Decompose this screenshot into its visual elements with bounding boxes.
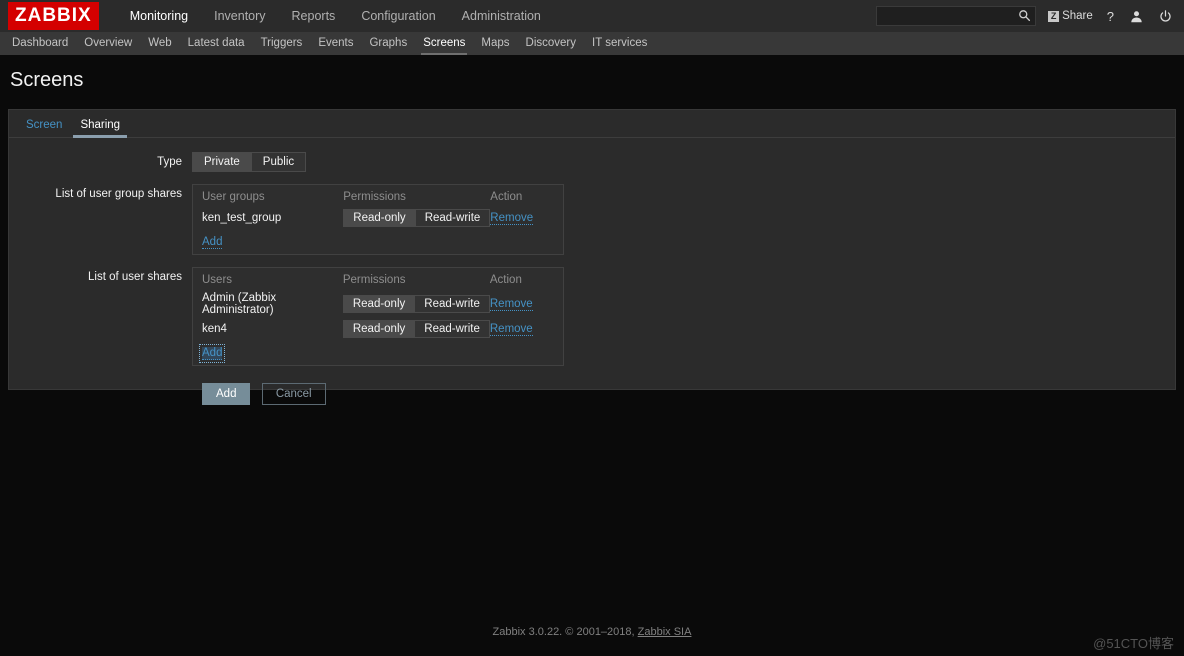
column-header-permissions: Permissions bbox=[342, 274, 406, 286]
subnav-item-it-services[interactable]: IT services bbox=[584, 32, 655, 55]
main-nav-item-reports[interactable]: Reports bbox=[279, 0, 349, 32]
table-header-row: Users Permissions Action bbox=[202, 273, 554, 290]
main-nav-item-inventory[interactable]: Inventory bbox=[201, 0, 278, 32]
main-navigation: Monitoring Inventory Reports Configurati… bbox=[117, 0, 554, 38]
remove-link[interactable]: Remove bbox=[489, 323, 533, 336]
permission-option-read-only[interactable]: Read-only bbox=[344, 210, 416, 226]
main-nav-item-monitoring[interactable]: Monitoring bbox=[117, 0, 201, 38]
main-nav-item-administration[interactable]: Administration bbox=[449, 0, 554, 32]
user-group-add-wrap: Add bbox=[202, 229, 554, 249]
top-header: ZABBIX Monitoring Inventory Reports Conf… bbox=[0, 0, 1184, 38]
permission-option-read-write[interactable]: Read-write bbox=[415, 210, 490, 226]
subnav-item-maps[interactable]: Maps bbox=[473, 32, 517, 55]
user-name: Admin (Zabbix Administrator) bbox=[202, 292, 277, 316]
user-group-shares-table: User groups Permissions Action ken_test_… bbox=[192, 184, 564, 255]
user-permission-cell: Read-only Read-write bbox=[342, 290, 490, 318]
share-label: Share bbox=[1062, 10, 1093, 22]
user-group-shares-label: List of user group shares bbox=[55, 188, 182, 200]
remove-link[interactable]: Remove bbox=[490, 212, 534, 225]
cancel-button[interactable]: Cancel bbox=[261, 383, 326, 405]
page-title: Screens bbox=[10, 69, 84, 91]
user-shares-table: Users Permissions Action Admin (Zabbix A… bbox=[192, 267, 564, 366]
form-actions: Add Cancel bbox=[9, 378, 1175, 405]
table-row: Admin (Zabbix Administrator) Read-only R… bbox=[202, 290, 554, 318]
column-header-users: Users bbox=[202, 274, 233, 286]
form-row-user-group-shares: List of user group shares User groups Pe… bbox=[9, 184, 1175, 255]
permission-radio-group[interactable]: Read-only Read-write bbox=[343, 209, 491, 227]
type-radio-group[interactable]: Private Public bbox=[192, 152, 307, 172]
subnav-item-triggers[interactable]: Triggers bbox=[253, 32, 311, 55]
column-header-user-groups: User groups bbox=[202, 191, 265, 203]
subnav-item-discovery[interactable]: Discovery bbox=[518, 32, 584, 55]
subnav-item-screens[interactable]: Screens bbox=[415, 32, 473, 55]
column-header-action: Action bbox=[490, 191, 523, 203]
column-header-action: Action bbox=[489, 274, 522, 286]
tab-sharing[interactable]: Sharing bbox=[71, 119, 129, 138]
remove-link[interactable]: Remove bbox=[489, 298, 533, 311]
user-action-cell: Remove bbox=[489, 318, 554, 340]
submit-button[interactable]: Add bbox=[202, 383, 251, 405]
user-action-cell: Remove bbox=[489, 290, 554, 318]
type-option-public[interactable]: Public bbox=[251, 153, 306, 171]
permission-option-read-only[interactable]: Read-only bbox=[343, 321, 416, 337]
table-row: ken_test_group Read-only Read-write Remo… bbox=[202, 207, 554, 229]
zabbix-logo[interactable]: ZABBIX bbox=[8, 2, 99, 30]
permission-option-read-only[interactable]: Read-only bbox=[343, 296, 416, 312]
main-nav-item-configuration[interactable]: Configuration bbox=[348, 0, 448, 32]
permission-radio-group[interactable]: Read-only Read-write bbox=[342, 320, 490, 338]
form-row-type: Type Private Public bbox=[9, 152, 1175, 172]
subnav-item-dashboard[interactable]: Dashboard bbox=[4, 32, 76, 55]
user-group-action-cell: Remove bbox=[490, 207, 554, 229]
sub-navigation: Dashboard Overview Web Latest data Trigg… bbox=[0, 32, 1184, 55]
tab-screen[interactable]: Screen bbox=[17, 119, 71, 138]
subnav-item-events[interactable]: Events bbox=[310, 32, 361, 55]
search-icon[interactable] bbox=[1018, 9, 1031, 22]
form-row-user-shares: List of user shares Users Permissions Ac… bbox=[9, 267, 1175, 366]
user-shares-label: List of user shares bbox=[88, 271, 182, 283]
page-footer: Zabbix 3.0.22. © 2001–2018, Zabbix SIA bbox=[0, 626, 1184, 638]
add-user-group-share-link[interactable]: Add bbox=[202, 236, 223, 249]
tab-bar: Screen Sharing bbox=[9, 110, 1175, 138]
footer-link-zabbix-sia[interactable]: Zabbix SIA bbox=[638, 626, 692, 638]
user-name: ken4 bbox=[202, 323, 227, 335]
add-user-share-link[interactable]: Add bbox=[198, 344, 226, 363]
watermark: @51CTO博客 bbox=[1093, 636, 1174, 651]
permission-radio-group[interactable]: Read-only Read-write bbox=[342, 295, 490, 313]
column-header-permissions: Permissions bbox=[343, 191, 406, 203]
header-actions: Z Share ? bbox=[876, 0, 1176, 32]
user-icon[interactable] bbox=[1130, 10, 1143, 23]
table-header-row: User groups Permissions Action bbox=[202, 190, 554, 207]
subnav-item-latest-data[interactable]: Latest data bbox=[180, 32, 253, 55]
user-permission-cell: Read-only Read-write bbox=[342, 318, 490, 340]
power-icon[interactable] bbox=[1159, 9, 1172, 23]
help-icon[interactable]: ? bbox=[1107, 10, 1114, 23]
share-button[interactable]: Z Share bbox=[1048, 10, 1093, 22]
type-label: Type bbox=[157, 156, 182, 168]
sharing-panel: Screen Sharing Type Private Public List … bbox=[8, 109, 1176, 405]
subnav-item-overview[interactable]: Overview bbox=[76, 32, 140, 55]
permission-option-read-write[interactable]: Read-write bbox=[415, 296, 489, 312]
share-icon: Z bbox=[1048, 10, 1060, 22]
subnav-item-web[interactable]: Web bbox=[140, 32, 179, 55]
search-box[interactable] bbox=[876, 6, 1037, 26]
search-input[interactable] bbox=[877, 7, 1016, 25]
footer-version-text: Zabbix 3.0.22. © 2001–2018, bbox=[492, 626, 638, 638]
subnav-item-graphs[interactable]: Graphs bbox=[361, 32, 415, 55]
user-group-name: ken_test_group bbox=[202, 212, 282, 224]
user-add-wrap: Add bbox=[198, 340, 554, 363]
user-group-permission-cell: Read-only Read-write bbox=[343, 207, 491, 229]
type-option-private[interactable]: Private bbox=[193, 153, 252, 171]
table-row: ken4 Read-only Read-write Remove bbox=[202, 318, 554, 340]
sharing-form: Type Private Public List of user group s… bbox=[9, 138, 1175, 405]
permission-option-read-write[interactable]: Read-write bbox=[415, 321, 489, 337]
